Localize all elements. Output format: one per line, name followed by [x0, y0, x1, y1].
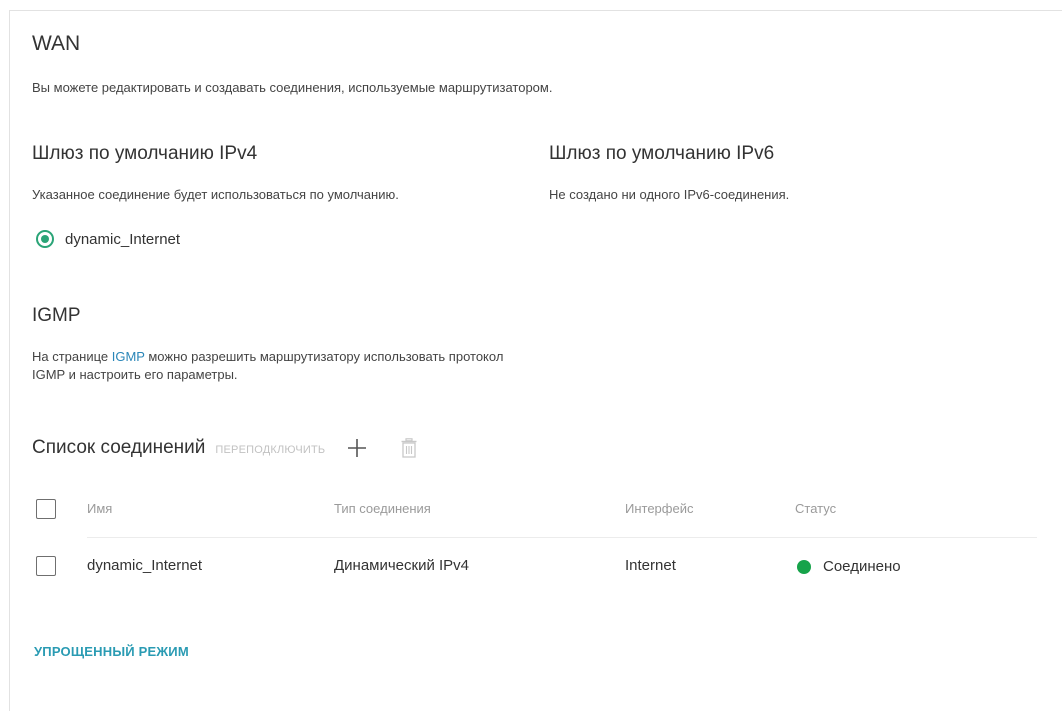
plus-icon[interactable] — [347, 438, 367, 458]
connection-status-cell[interactable]: Соединено — [797, 558, 901, 575]
ipv4-gateway-description: Указанное соединение будет использоватьс… — [32, 187, 399, 202]
status-connected-icon — [797, 559, 811, 574]
connection-status-text: Соединено — [823, 558, 901, 575]
column-header-type[interactable]: Тип соединения — [334, 501, 431, 516]
select-all-checkbox[interactable] — [36, 499, 56, 519]
ipv6-gateway-description: Не создано ни одного IPv6-соединения. — [549, 187, 790, 202]
column-header-interface[interactable]: Интерфейс — [625, 501, 693, 516]
connections-list-header: Список соединений ПЕРЕПОДКЛЮЧИТЬ — [32, 437, 417, 459]
ipv4-gateway-title: Шлюз по умолчанию IPv4 — [32, 143, 258, 164]
column-header-status[interactable]: Статус — [795, 501, 836, 516]
igmp-desc-prefix: На странице — [32, 349, 112, 364]
page-title: WAN — [32, 32, 81, 55]
header-row-divider — [87, 537, 1037, 538]
igmp-description: На странице IGMP можно разрешить маршрут… — [32, 348, 512, 384]
connections-list-title: Список соединений — [32, 437, 206, 458]
reconnect-button[interactable]: ПЕРЕПОДКЛЮЧИТЬ — [215, 441, 325, 456]
connection-type-cell[interactable]: Динамический IPv4 — [334, 557, 469, 574]
connection-interface-cell[interactable]: Internet — [625, 557, 676, 574]
connection-name-cell[interactable]: dynamic_Internet — [87, 557, 202, 574]
ipv4-gateway-option[interactable]: dynamic_Internet — [36, 230, 180, 248]
column-header-name[interactable]: Имя — [87, 501, 112, 516]
simple-mode-link[interactable]: УПРОЩЕННЫЙ РЕЖИМ — [34, 644, 189, 659]
page-description: Вы можете редактировать и создавать соед… — [32, 80, 553, 95]
igmp-title: IGMP — [32, 305, 81, 326]
ipv6-gateway-title: Шлюз по умолчанию IPv6 — [549, 143, 775, 164]
radio-selected-dot — [41, 235, 49, 243]
ipv4-gateway-radio-label: dynamic_Internet — [65, 230, 181, 248]
row-checkbox[interactable] — [36, 556, 56, 576]
igmp-page-link[interactable]: IGMP — [112, 349, 145, 364]
trash-icon[interactable] — [401, 438, 417, 458]
ipv4-gateway-radio[interactable] — [36, 230, 54, 248]
